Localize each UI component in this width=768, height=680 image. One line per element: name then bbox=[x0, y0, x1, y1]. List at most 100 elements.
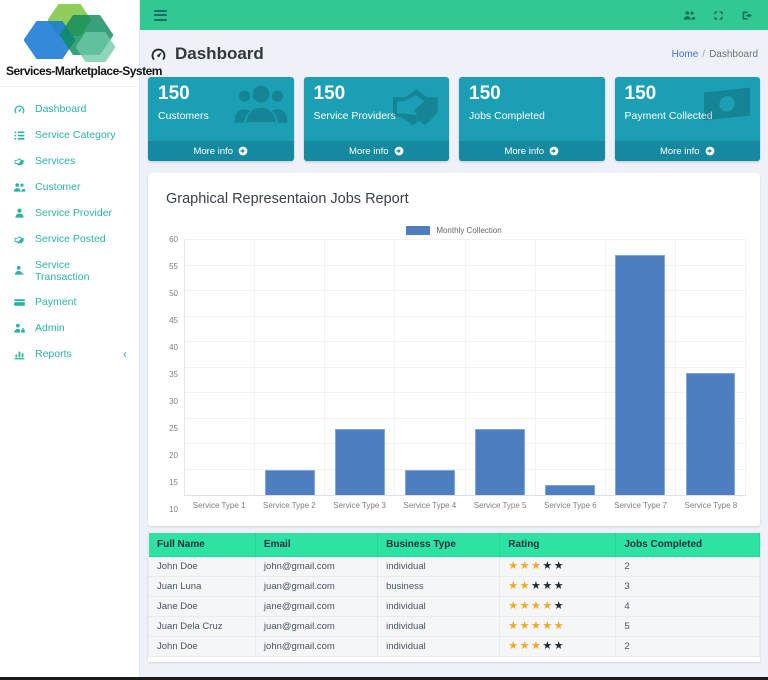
signout-icon[interactable] bbox=[741, 9, 754, 22]
arrow-circle-right-icon bbox=[238, 146, 248, 156]
handshake-icon bbox=[14, 235, 24, 244]
chart-x-labels: Service Type 1 Service Type 2 Service Type… bbox=[184, 501, 746, 510]
arrow-circle-right-icon bbox=[705, 146, 714, 156]
sidebar-item-label: Service Category bbox=[35, 129, 116, 141]
star-empty-icon: ★ bbox=[531, 580, 543, 592]
cell-jobs-completed: 4 bbox=[615, 596, 760, 617]
cell-email: john@gmail.com bbox=[254, 556, 379, 577]
chart-bar-icon bbox=[14, 351, 25, 359]
gauge-icon bbox=[14, 104, 25, 113]
brand[interactable]: Services-Marketplace-System bbox=[0, 0, 162, 87]
star-empty-icon: ★ bbox=[553, 600, 566, 612]
star-filled-icon: ★ bbox=[531, 560, 543, 572]
legend-swatch bbox=[406, 226, 431, 235]
more-info-label: More info bbox=[504, 145, 545, 157]
cell-full-name: John Doe bbox=[148, 556, 256, 577]
money-bill-icon bbox=[700, 81, 754, 132]
cell-business-type: individual bbox=[377, 636, 501, 657]
chart-card: Graphical Representaion Jobs Report Mont… bbox=[148, 173, 760, 526]
sidebar-item-label: Services bbox=[35, 155, 76, 167]
sidebar-item-label: Service Posted bbox=[35, 233, 106, 245]
user-icon bbox=[15, 266, 24, 275]
table-header-row: Full Name Email Business Type Rating Job… bbox=[148, 532, 760, 557]
star-filled-icon: ★ bbox=[508, 620, 520, 632]
main-area: Dashboard Home/Dashboard 150 Customers bbox=[140, 0, 768, 680]
cell-full-name: Juan Luna bbox=[148, 576, 256, 597]
sidebar-item-label: Service Transaction bbox=[35, 258, 90, 283]
users-icon bbox=[13, 182, 26, 192]
column-header-full-name: Full Name bbox=[148, 532, 256, 557]
sidebar-item-reports[interactable]: Reports ‹ bbox=[0, 341, 139, 367]
star-empty-icon: ★ bbox=[553, 640, 566, 652]
star-filled-icon: ★ bbox=[553, 620, 566, 632]
providers-table: Full Name Email Business Type Rating Job… bbox=[148, 532, 760, 657]
star-filled-icon: ★ bbox=[508, 640, 520, 652]
sidebar-item-payment[interactable]: Payment bbox=[0, 289, 139, 315]
star-filled-icon: ★ bbox=[531, 600, 543, 612]
sidebar-item-label: Service Provider bbox=[35, 207, 113, 219]
cell-email: jane@gmail.com bbox=[254, 596, 379, 617]
sidebar-item-service-category[interactable]: Service Category bbox=[0, 122, 139, 148]
chart-bar bbox=[405, 469, 455, 495]
breadcrumb-home-link[interactable]: Home bbox=[672, 49, 699, 60]
menu-toggle-button[interactable] bbox=[154, 9, 167, 21]
star-empty-icon: ★ bbox=[553, 580, 566, 592]
more-info-label: More info bbox=[193, 145, 234, 157]
cell-full-name: Jane Doe bbox=[148, 596, 256, 617]
x-tick-label: Service Type 2 bbox=[262, 501, 316, 510]
breadcrumb: Home / Dashboard bbox=[672, 49, 758, 60]
star-filled-icon: ★ bbox=[508, 560, 520, 572]
cell-email: john@gmail.com bbox=[254, 636, 379, 657]
sidebar-item-label: Customer bbox=[35, 181, 81, 193]
sidebar-item-customer[interactable]: Customer bbox=[0, 174, 139, 200]
more-info-link[interactable]: More info bbox=[303, 141, 449, 161]
column-header-email: Email bbox=[254, 532, 379, 557]
brand-title: Services-Marketplace-System bbox=[6, 64, 162, 78]
chart-y-axis: 10 15 20 25 30 35 40 45 50 55 60 bbox=[169, 235, 178, 514]
column-header-rating: Rating bbox=[499, 532, 617, 557]
more-info-link[interactable]: More info bbox=[459, 141, 605, 161]
user-lock-icon bbox=[14, 323, 25, 333]
star-filled-icon: ★ bbox=[531, 640, 543, 652]
cell-jobs-completed: 2 bbox=[615, 556, 760, 577]
chart-legend[interactable]: Monthly Collection bbox=[162, 226, 746, 235]
stat-box-service-providers: 150 Service Providers More info bbox=[303, 77, 449, 161]
users-icon[interactable] bbox=[683, 9, 696, 22]
fullscreen-icon[interactable] bbox=[712, 9, 725, 22]
stat-box-jobs-completed: 150 Jobs Completed More info bbox=[459, 77, 605, 161]
breadcrumb-separator: / bbox=[702, 48, 706, 60]
sidebar-menu: Dashboard Service Category Services Cust… bbox=[0, 87, 139, 376]
sidebar-item-service-posted[interactable]: Service Posted bbox=[0, 226, 139, 252]
chart-bar bbox=[615, 255, 666, 495]
arrow-circle-right-icon bbox=[549, 146, 559, 156]
sidebar-item-admin[interactable]: Admin bbox=[0, 315, 139, 341]
cell-business-type: individual bbox=[377, 616, 501, 637]
stat-box-customers: 150 Customers More info bbox=[148, 77, 294, 161]
cell-jobs-completed: 3 bbox=[615, 576, 760, 597]
table-row: Juan Dela Cruz juan@gmail.com individual… bbox=[148, 616, 760, 637]
sidebar: Services-Marketplace-System Dashboard Se… bbox=[0, 0, 162, 680]
star-empty-icon: ★ bbox=[542, 640, 554, 652]
sidebar-item-service-transaction[interactable]: Service Transaction bbox=[0, 252, 139, 289]
handshake-icon bbox=[14, 157, 24, 166]
cell-email: juan@gmail.com bbox=[254, 576, 379, 597]
arrow-circle-right-icon bbox=[394, 146, 403, 156]
chart-bar bbox=[334, 428, 385, 495]
cell-email: juan@gmail.com bbox=[254, 616, 379, 637]
cell-business-type: business bbox=[377, 576, 501, 597]
more-info-link[interactable]: More info bbox=[614, 141, 760, 161]
sidebar-item-dashboard[interactable]: Dashboard bbox=[0, 96, 139, 122]
star-filled-icon: ★ bbox=[519, 580, 532, 592]
chevron-left-icon: ‹ bbox=[123, 347, 127, 361]
star-empty-icon: ★ bbox=[542, 560, 554, 572]
more-info-link[interactable]: More info bbox=[148, 141, 294, 161]
star-filled-icon: ★ bbox=[542, 620, 554, 632]
sidebar-item-services[interactable]: Services bbox=[0, 148, 139, 174]
legend-label: Monthly Collection bbox=[436, 226, 502, 235]
chart-area: 10 15 20 25 30 35 40 45 50 55 60 Service Type 1 Ser… bbox=[162, 235, 746, 514]
x-tick-label: Service Type 8 bbox=[684, 501, 738, 510]
sidebar-item-service-provider[interactable]: Service Provider bbox=[0, 200, 139, 226]
chart-bar bbox=[545, 484, 596, 495]
chart-bar bbox=[264, 469, 315, 495]
users-icon bbox=[234, 81, 288, 132]
